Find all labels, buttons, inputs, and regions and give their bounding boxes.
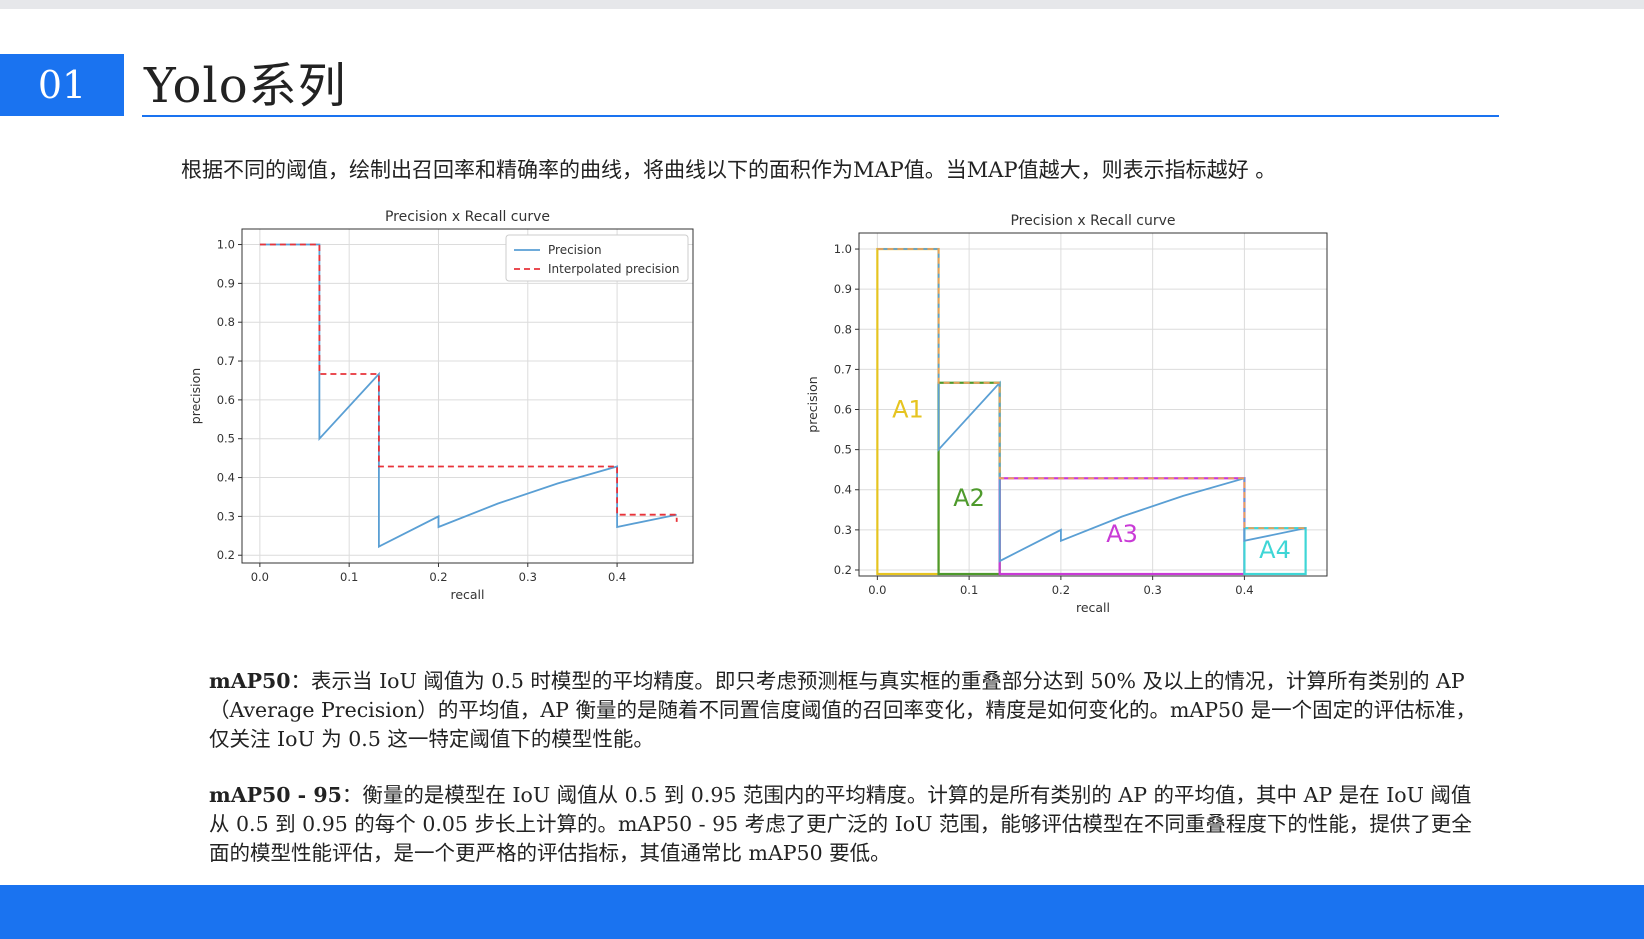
map50-95-paragraph: mAP50 - 95：衡量的是模型在 IoU 阈值从 0.5 到 0.95 范围… [209, 781, 1479, 868]
y-tick-label: 0.9 [217, 276, 235, 290]
plot-frame [858, 232, 1328, 577]
x-axis-label: recall [1076, 600, 1110, 615]
map50-95-text: ：衡量的是模型在 IoU 阈值从 0.5 到 0.95 范围内的平均精度。计算的… [209, 783, 1472, 865]
map50-95-term: mAP50 - 95 [209, 783, 342, 807]
x-tick-label: 0.1 [340, 570, 358, 584]
slide-title: Yolo系列 [144, 58, 347, 114]
map50-term: mAP50 [209, 669, 291, 693]
y-tick-label: 0.2 [217, 548, 235, 562]
x-tick-label: 0.4 [608, 570, 626, 584]
x-axis-label: recall [450, 587, 484, 602]
y-tick-label: 0.8 [834, 322, 852, 336]
y-tick-label: 0.2 [834, 563, 852, 577]
legend-label: Interpolated precision [548, 262, 679, 276]
y-tick-label: 0.4 [217, 471, 235, 485]
y-tick-label: 0.9 [834, 282, 852, 296]
map50-text: ：表示当 IoU 阈值为 0.5 时模型的平均精度。即只考虑预测框与真实框的重叠… [209, 669, 1477, 751]
y-tick-label: 0.6 [834, 403, 852, 417]
x-tick-label: 0.3 [1143, 583, 1161, 597]
x-tick-label: 0.2 [429, 570, 447, 584]
x-tick-label: 0.0 [868, 583, 886, 597]
y-tick-label: 0.8 [217, 315, 235, 329]
precision-recall-chart-svg: Precision x Recall curve 0.0 0.1 0.2 0.3 0.4 0… [188, 209, 694, 602]
y-tick-label: 0.5 [217, 432, 235, 446]
top-bar [0, 0, 1644, 9]
x-tick-label: 0.0 [251, 570, 269, 584]
y-axis-label: precision [188, 368, 203, 424]
area-label-a2: A2 [953, 484, 985, 512]
y-tick-label: 0.7 [217, 354, 235, 368]
x-tick-label: 0.4 [1235, 583, 1253, 597]
area-label-a1: A1 [892, 396, 924, 424]
map50-paragraph: mAP50：表示当 IoU 阈值为 0.5 时模型的平均精度。即只考虑预测框与真… [209, 667, 1479, 754]
legend-label: Precision [548, 243, 602, 257]
y-tick-label: 0.4 [834, 483, 852, 497]
chart-title: Precision x Recall curve [1010, 213, 1175, 229]
y-tick-label: 1.0 [834, 242, 852, 256]
y-tick-label: 0.5 [834, 443, 852, 457]
y-axis-label: precision [805, 376, 820, 432]
ap-area-chart: Precision x Recall curve A1 A2 A3 A4 0.0 0.1 0.… [805, 202, 1332, 620]
x-tick-label: 0.2 [1052, 583, 1070, 597]
section-number: 01 [0, 54, 124, 116]
x-tick-label: 0.3 [519, 570, 537, 584]
chart-title: Precision x Recall curve [385, 209, 550, 225]
y-tick-label: 1.0 [217, 238, 235, 252]
area-label-a3: A3 [1106, 520, 1138, 548]
series-line-precision [877, 248, 1306, 563]
y-tick-label: 0.6 [217, 393, 235, 407]
title-underline [142, 115, 1499, 117]
intro-text: 根据不同的阈值，绘制出召回率和精确率的曲线，将曲线以下的面积作为MAP值。当MA… [181, 158, 1277, 182]
ap-area-chart-svg: Precision x Recall curve A1 A2 A3 A4 0.0 0.1 0.… [805, 213, 1328, 615]
y-tick-label: 0.3 [834, 523, 852, 537]
bottom-bar [0, 885, 1644, 939]
precision-recall-chart: Precision x Recall curve 0.0 0.1 0.2 0.3 0.4 0… [188, 207, 708, 621]
series-line-precision [259, 243, 677, 549]
series-line-interpolated [877, 248, 1306, 530]
series-line-interpolated [259, 243, 678, 522]
area-label-a4: A4 [1259, 536, 1291, 564]
y-tick-label: 0.3 [217, 509, 235, 523]
y-tick-label: 0.7 [834, 362, 852, 376]
x-tick-label: 0.1 [960, 583, 978, 597]
